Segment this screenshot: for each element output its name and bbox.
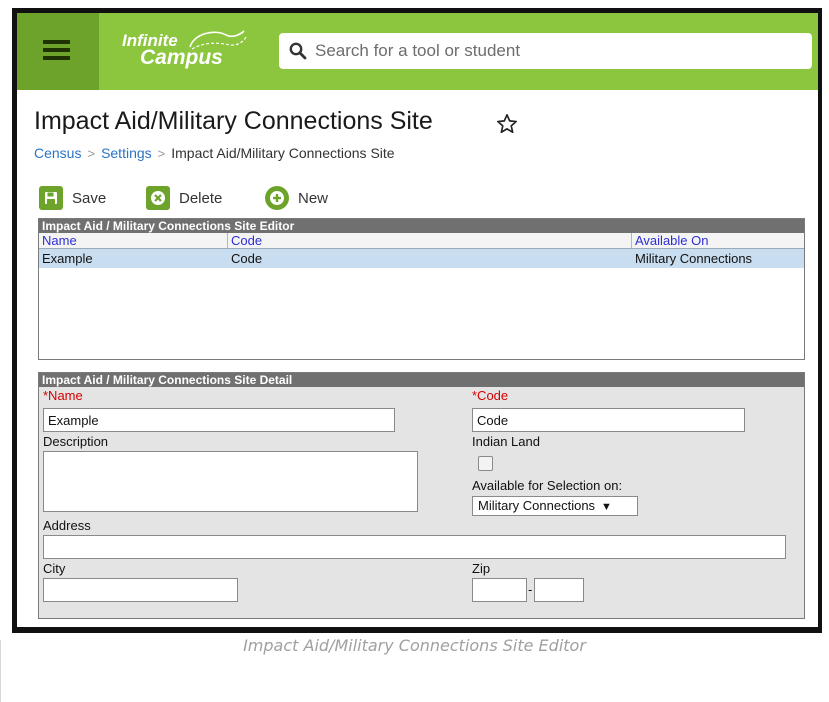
top-bar: Infinite Campus xyxy=(17,13,818,90)
indian-land-checkbox[interactable] xyxy=(478,456,493,471)
row-available-on-cell: Military Connections xyxy=(635,251,753,266)
delete-button[interactable]: Delete xyxy=(146,179,222,217)
delete-icon xyxy=(146,186,170,210)
new-label: New xyxy=(298,189,329,207)
description-field[interactable] xyxy=(43,451,418,512)
infinite-campus-logo: Infinite Campus xyxy=(118,27,258,71)
column-header-code[interactable]: Code xyxy=(228,233,632,248)
column-header-name[interactable]: Name xyxy=(39,233,228,248)
code-field[interactable] xyxy=(472,408,745,432)
favorite-star-icon[interactable] xyxy=(496,113,518,135)
search-icon xyxy=(289,42,307,60)
row-name-cell: Example xyxy=(42,251,93,266)
site-detail-panel: Impact Aid / Military Connections Site D… xyxy=(38,372,805,619)
code-label: *Code xyxy=(472,388,509,403)
delete-label: Delete xyxy=(179,189,223,207)
detail-panel-title: Impact Aid / Military Connections Site D… xyxy=(39,373,804,387)
column-header-available-on[interactable]: Available On xyxy=(632,233,804,248)
save-button[interactable]: Save xyxy=(39,179,106,217)
address-label: Address xyxy=(43,518,91,533)
available-for-selection-dropdown[interactable]: Military Connections ▼ xyxy=(472,496,638,516)
add-icon xyxy=(265,186,289,210)
editor-panel-title: Impact Aid / Military Connections Site E… xyxy=(39,219,804,233)
table-row[interactable]: Example Code Military Connections xyxy=(39,249,804,268)
city-field[interactable] xyxy=(43,578,238,602)
zip-extension-field[interactable] xyxy=(534,578,584,602)
zip-separator: - xyxy=(528,582,533,597)
available-for-selection-label: Available for Selection on: xyxy=(472,478,623,493)
zip-label: Zip xyxy=(472,561,491,576)
available-for-selection-value: Military Connections xyxy=(478,498,596,513)
figure-caption: Impact Aid/Military Connections Site Edi… xyxy=(243,636,586,655)
page-title: Impact Aid/Military Connections Site xyxy=(34,107,433,135)
description-label: Description xyxy=(43,434,109,449)
logo-swirl-icon xyxy=(189,30,247,50)
new-button[interactable]: New xyxy=(265,179,328,217)
search-box[interactable] xyxy=(279,33,812,69)
save-icon xyxy=(39,186,63,210)
dropdown-arrow-icon: ▼ xyxy=(601,501,612,513)
zip-field[interactable] xyxy=(472,578,527,602)
name-field[interactable] xyxy=(43,408,395,432)
breadcrumb-separator-icon: > xyxy=(87,146,96,161)
breadcrumb-census[interactable]: Census xyxy=(34,145,81,161)
breadcrumb-current: Impact Aid/Military Connections Site xyxy=(171,145,395,161)
search-input[interactable] xyxy=(315,33,795,69)
breadcrumb: Census > Settings > Impact Aid/Military Conn… xyxy=(34,145,395,161)
site-editor-panel: Impact Aid / Military Connections Site E… xyxy=(38,218,805,360)
editor-column-headers: Name Code Available On xyxy=(39,233,804,249)
city-label: City xyxy=(43,561,66,576)
indian-land-label: Indian Land xyxy=(472,434,540,449)
breadcrumb-settings[interactable]: Settings xyxy=(101,145,152,161)
breadcrumb-separator-icon: > xyxy=(157,146,166,161)
screenshot-frame: Infinite Campus Impact Aid/Military Conn… xyxy=(12,8,822,633)
name-label: *Name xyxy=(43,388,83,403)
address-field[interactable] xyxy=(43,535,786,559)
action-toolbar: Save Delete New xyxy=(17,179,818,217)
hamburger-menu-icon[interactable] xyxy=(17,13,99,90)
row-code-cell: Code xyxy=(231,251,263,266)
save-label: Save xyxy=(72,189,107,207)
